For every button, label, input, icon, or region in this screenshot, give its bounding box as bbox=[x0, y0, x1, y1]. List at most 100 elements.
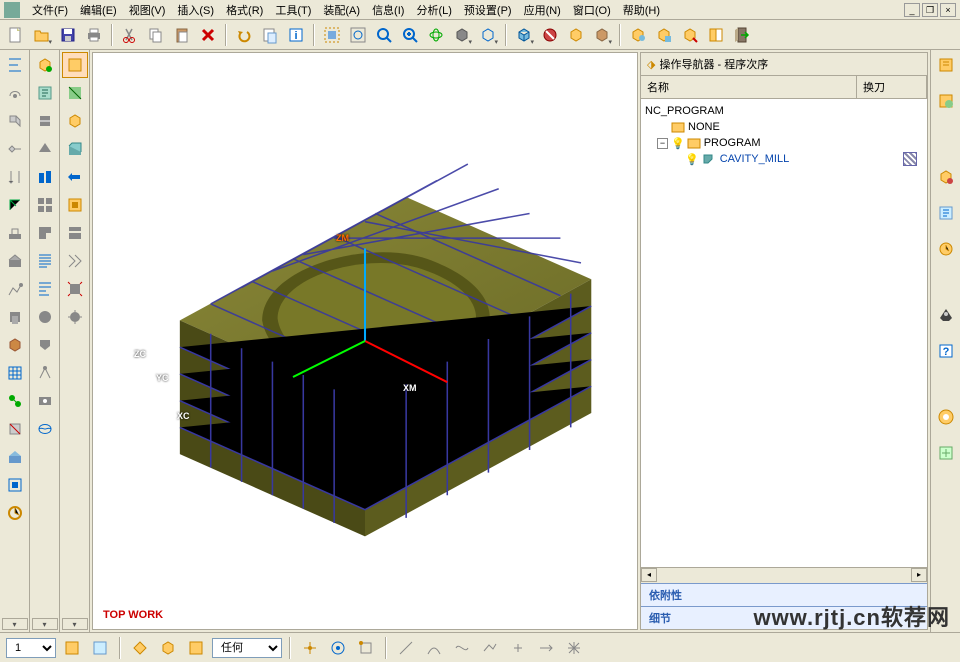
nav-section-detail[interactable]: 细节 bbox=[641, 606, 927, 629]
zoom-button[interactable] bbox=[372, 23, 396, 47]
sb-o[interactable] bbox=[562, 636, 586, 660]
vt3-c[interactable] bbox=[62, 108, 88, 134]
print-button[interactable] bbox=[82, 23, 106, 47]
vt1-n[interactable] bbox=[2, 416, 28, 442]
restore-button[interactable]: ❐ bbox=[922, 3, 938, 17]
rt-g[interactable] bbox=[933, 404, 959, 430]
vt3-f[interactable] bbox=[62, 192, 88, 218]
vt2-a[interactable] bbox=[32, 52, 58, 78]
sb-h[interactable] bbox=[354, 636, 378, 660]
shade-button[interactable] bbox=[450, 23, 474, 47]
vt3-e[interactable] bbox=[62, 164, 88, 190]
fit-button[interactable] bbox=[320, 23, 344, 47]
nav-col-tool[interactable]: 换刀 bbox=[857, 76, 927, 98]
menu-help[interactable]: 帮助(H) bbox=[617, 0, 666, 20]
vt2-m[interactable] bbox=[32, 388, 58, 414]
vt2-n[interactable] bbox=[32, 416, 58, 442]
sb-i[interactable] bbox=[394, 636, 418, 660]
sb-d[interactable] bbox=[156, 636, 180, 660]
tree-collapse-icon[interactable]: − bbox=[657, 138, 668, 149]
vt2-l[interactable] bbox=[32, 360, 58, 386]
box1-button[interactable] bbox=[564, 23, 588, 47]
vt3-j[interactable] bbox=[62, 304, 88, 330]
menu-insert[interactable]: 插入(S) bbox=[171, 0, 220, 20]
rt-h[interactable] bbox=[933, 440, 959, 466]
left3-scroll-down[interactable]: ▾ bbox=[62, 618, 88, 630]
delete-button[interactable] bbox=[196, 23, 220, 47]
menu-tools[interactable]: 工具(T) bbox=[269, 0, 317, 20]
vt3-b[interactable] bbox=[62, 80, 88, 106]
nav-tree[interactable]: NC_PROGRAM NONE − 💡 PROGRAM 💡 CAVITY_MIL… bbox=[641, 99, 927, 567]
vt3-d[interactable] bbox=[62, 136, 88, 162]
vt2-i[interactable] bbox=[32, 276, 58, 302]
vt1-c[interactable] bbox=[2, 108, 28, 134]
menu-analysis[interactable]: 分析(L) bbox=[410, 0, 457, 20]
tree-row-root[interactable]: NC_PROGRAM bbox=[645, 103, 923, 119]
vt1-b[interactable] bbox=[2, 80, 28, 106]
snap-select[interactable]: 任何 bbox=[212, 638, 282, 658]
vt1-a[interactable] bbox=[2, 52, 28, 78]
menu-presets[interactable]: 预设置(P) bbox=[458, 0, 518, 20]
open-button[interactable] bbox=[30, 23, 54, 47]
vt1-k[interactable] bbox=[2, 332, 28, 358]
paste-button[interactable] bbox=[170, 23, 194, 47]
nav-h-scrollbar[interactable]: ◂ ▸ bbox=[641, 567, 927, 583]
vt1-j[interactable] bbox=[2, 304, 28, 330]
vt3-a-selected[interactable] bbox=[62, 52, 88, 78]
vt1-i[interactable] bbox=[2, 276, 28, 302]
rt-help[interactable]: ? bbox=[933, 338, 959, 364]
copy-button[interactable] bbox=[144, 23, 168, 47]
rotate-button[interactable] bbox=[424, 23, 448, 47]
rt-d[interactable] bbox=[933, 200, 959, 226]
menu-window[interactable]: 窗口(O) bbox=[567, 0, 617, 20]
left1-scroll-down[interactable]: ▾ bbox=[2, 618, 28, 630]
vt3-i[interactable] bbox=[62, 276, 88, 302]
sb-b[interactable] bbox=[88, 636, 112, 660]
tree-row-none[interactable]: NONE bbox=[645, 119, 923, 135]
vt2-k[interactable] bbox=[32, 332, 58, 358]
menu-assembly[interactable]: 装配(A) bbox=[317, 0, 366, 20]
vt1-m[interactable] bbox=[2, 388, 28, 414]
menu-apply[interactable]: 应用(N) bbox=[518, 0, 567, 20]
vt1-h[interactable] bbox=[2, 248, 28, 274]
rt-e[interactable] bbox=[933, 236, 959, 262]
sb-e[interactable] bbox=[184, 636, 208, 660]
menu-format[interactable]: 格式(R) bbox=[220, 0, 269, 20]
tree-row-program[interactable]: − 💡 PROGRAM bbox=[645, 135, 923, 151]
rt-c[interactable] bbox=[933, 164, 959, 190]
box2-button[interactable] bbox=[590, 23, 614, 47]
vt1-l[interactable] bbox=[2, 360, 28, 386]
view-cube-button[interactable] bbox=[512, 23, 536, 47]
undo-button[interactable] bbox=[232, 23, 256, 47]
cam3-button[interactable] bbox=[678, 23, 702, 47]
nav-section-dependency[interactable]: 依附性 bbox=[641, 583, 927, 606]
sb-g[interactable] bbox=[326, 636, 350, 660]
scroll-right-button[interactable]: ▸ bbox=[911, 568, 927, 582]
cut-button[interactable] bbox=[118, 23, 142, 47]
menu-edit[interactable]: 编辑(E) bbox=[74, 0, 123, 20]
info-button[interactable]: i bbox=[284, 23, 308, 47]
sb-m[interactable] bbox=[506, 636, 530, 660]
sb-c[interactable] bbox=[128, 636, 152, 660]
vt1-e[interactable] bbox=[2, 164, 28, 190]
save-button[interactable] bbox=[56, 23, 80, 47]
close-button[interactable]: × bbox=[940, 3, 956, 17]
vt1-p[interactable] bbox=[2, 472, 28, 498]
vt2-f[interactable] bbox=[32, 192, 58, 218]
rt-b[interactable] bbox=[933, 88, 959, 114]
block-button[interactable] bbox=[538, 23, 562, 47]
vt2-g[interactable] bbox=[32, 220, 58, 246]
new-button[interactable] bbox=[4, 23, 28, 47]
vt2-h[interactable] bbox=[32, 248, 58, 274]
vt1-d[interactable] bbox=[2, 136, 28, 162]
minimize-button[interactable]: _ bbox=[904, 3, 920, 17]
wireframe-button[interactable] bbox=[476, 23, 500, 47]
sb-j[interactable] bbox=[422, 636, 446, 660]
menu-view[interactable]: 视图(V) bbox=[123, 0, 172, 20]
exit-button[interactable] bbox=[730, 23, 754, 47]
rt-f[interactable] bbox=[933, 302, 959, 328]
vt2-e[interactable] bbox=[32, 164, 58, 190]
vt3-g[interactable] bbox=[62, 220, 88, 246]
sb-l[interactable] bbox=[478, 636, 502, 660]
left2-scroll-down[interactable]: ▾ bbox=[32, 618, 58, 630]
